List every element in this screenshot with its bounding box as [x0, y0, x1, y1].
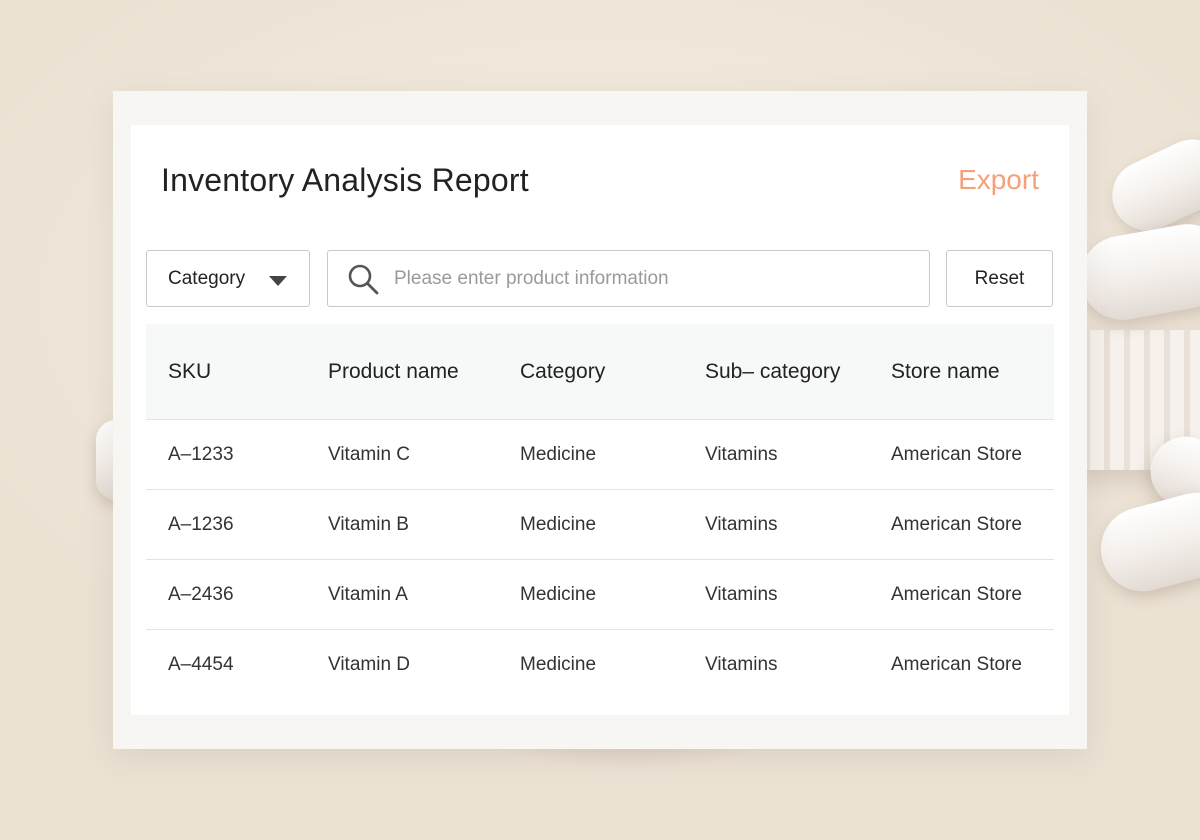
table-row[interactable]: A–2436 Vitamin A Medicine Vitamins Ameri…	[146, 560, 1054, 630]
column-header-product-name[interactable]: Product name	[328, 324, 459, 419]
table-header-row: SKU Product name Category Sub– category …	[146, 324, 1054, 420]
cell-product-name: Vitamin A	[328, 583, 408, 605]
cell-sub-category: Vitamins	[705, 513, 778, 535]
cell-sub-category: Vitamins	[705, 583, 778, 605]
cell-sku: A–2436	[168, 583, 234, 605]
cell-sku: A–4454	[168, 654, 234, 675]
export-button[interactable]: Export	[958, 160, 1039, 200]
cell-sku: A–1233	[168, 443, 234, 465]
search-box[interactable]	[327, 250, 930, 307]
caret-down-icon	[269, 276, 287, 286]
cell-store-name: American Store	[891, 443, 1022, 465]
cell-sub-category: Vitamins	[705, 654, 778, 675]
cell-category: Medicine	[520, 513, 597, 535]
cell-product-name: Vitamin D	[328, 654, 411, 675]
table-row[interactable]: A–1233 Vitamin C Medicine Vitamins Ameri…	[146, 420, 1054, 490]
table-row[interactable]: A–1236 Vitamin B Medicine Vitamins Ameri…	[146, 490, 1054, 560]
reset-button[interactable]: Reset	[946, 250, 1053, 307]
page-title: Inventory Analysis Report	[161, 162, 529, 198]
search-input[interactable]	[392, 266, 916, 291]
cell-category: Medicine	[520, 654, 597, 675]
column-header-store-name[interactable]: Store name	[891, 324, 1000, 419]
column-header-sub-category[interactable]: Sub– category	[705, 324, 840, 419]
column-header-sku[interactable]: SKU	[168, 324, 211, 419]
category-dropdown-label: Category	[168, 267, 246, 289]
inventory-table: SKU Product name Category Sub– category …	[146, 324, 1054, 700]
cell-store-name: American Store	[891, 513, 1022, 535]
cell-sub-category: Vitamins	[705, 443, 778, 465]
cell-category: Medicine	[520, 583, 597, 605]
category-dropdown[interactable]: Category	[146, 250, 310, 307]
cell-product-name: Vitamin C	[328, 443, 411, 465]
column-header-category[interactable]: Category	[520, 324, 605, 419]
table-row[interactable]: A–4454 Vitamin D Medicine Vitamins Ameri…	[146, 630, 1054, 700]
search-icon	[348, 264, 379, 294]
cell-product-name: Vitamin B	[328, 513, 409, 535]
cell-sku: A–1236	[168, 513, 234, 535]
cell-store-name: American Store	[891, 654, 1022, 675]
cell-store-name: American Store	[891, 583, 1022, 605]
cell-category: Medicine	[520, 443, 597, 465]
